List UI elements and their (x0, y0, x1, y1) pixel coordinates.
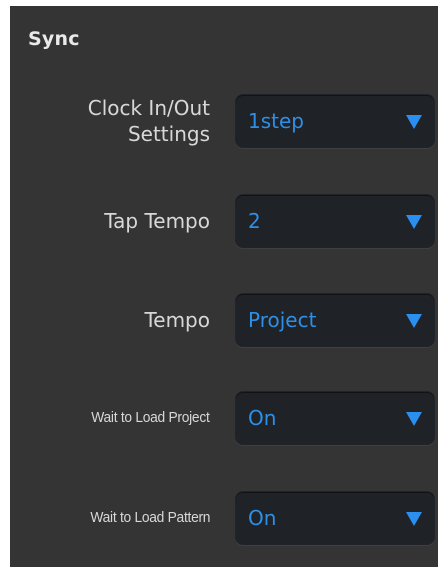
section-title: Sync (28, 28, 80, 50)
tap-tempo-value: 2 (248, 209, 261, 233)
setting-row-tap-tempo: Tap Tempo 2 (10, 191, 438, 251)
tempo-dropdown[interactable]: Project (235, 293, 435, 347)
setting-row-wait-to-load-project: Wait to Load Project On (10, 388, 438, 448)
clock-in-out-settings-label: Clock In/Out Settings (87, 96, 210, 146)
tempo-value: Project (248, 308, 317, 332)
setting-row-tempo: Tempo Project (10, 290, 438, 350)
setting-row-wait-to-load-pattern: Wait to Load Pattern On (10, 488, 438, 548)
tap-tempo-label: Tap Tempo (104, 209, 210, 233)
wait-to-load-pattern-label: Wait to Load Pattern (90, 509, 210, 526)
tap-tempo-dropdown[interactable]: 2 (235, 194, 435, 248)
tempo-label: Tempo (144, 308, 210, 332)
chevron-down-icon (406, 314, 422, 328)
wait-to-load-project-label: Wait to Load Project (91, 409, 211, 426)
chevron-down-icon (406, 412, 422, 426)
clock-in-out-settings-dropdown[interactable]: 1step (235, 94, 435, 148)
wait-to-load-pattern-value: On (248, 506, 277, 530)
chevron-down-icon (406, 115, 422, 129)
setting-row-clock-in-out: Clock In/Out Settings 1step (10, 91, 438, 151)
clock-in-out-settings-value: 1step (248, 109, 304, 133)
chevron-down-icon (406, 512, 422, 526)
wait-to-load-project-dropdown[interactable]: On (235, 391, 435, 445)
sync-settings-panel: Sync Clock In/Out Settings 1step Tap Tem… (10, 6, 438, 567)
chevron-down-icon (406, 215, 422, 229)
wait-to-load-pattern-dropdown[interactable]: On (235, 491, 435, 545)
wait-to-load-project-value: On (248, 406, 277, 430)
